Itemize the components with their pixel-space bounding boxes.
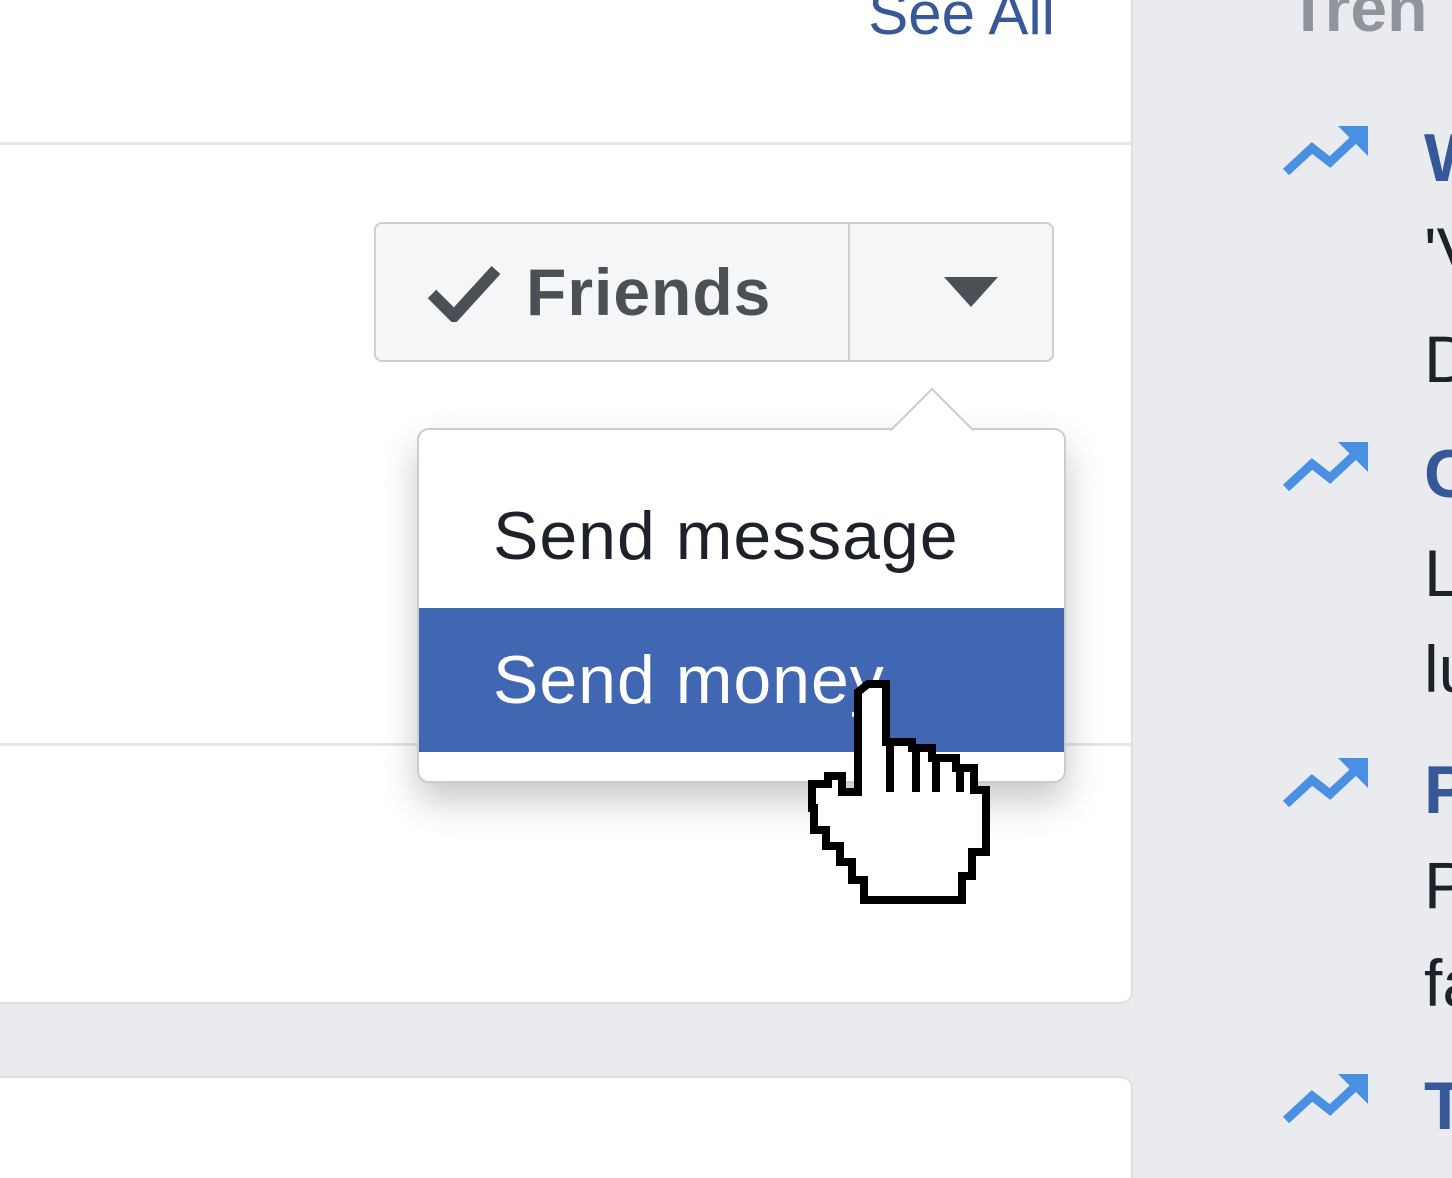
see-all-link[interactable]: See All [868,0,1055,44]
friends-button[interactable]: Friends [376,224,850,360]
trending-item-title[interactable]: P [1424,756,1452,824]
trending-arrow-icon [1282,1074,1368,1124]
trending-item-text: lu [1424,632,1452,706]
trending-arrow-icon [1282,442,1368,492]
friends-button-label: Friends [526,255,772,329]
feed-card [0,1076,1133,1178]
trending-item-text: L [1424,536,1452,610]
trending-item-text: P [1424,848,1452,922]
trending-arrow-icon [1282,758,1368,808]
friend-status-button-group: Friends [374,222,1054,362]
divider [0,142,1131,145]
trending-item-title[interactable]: W [1424,124,1452,192]
check-icon [428,265,500,322]
hand-pointer-cursor-icon [808,680,990,904]
trending-item-text: fa [1424,946,1452,1020]
trending-item-text: D [1424,322,1452,396]
trending-arrow-icon [1282,126,1368,176]
friend-options-dropdown-button[interactable] [850,224,1052,360]
caret-down-icon [944,277,998,307]
trending-item-title[interactable]: C [1424,440,1452,508]
trending-item-title[interactable]: T [1424,1072,1452,1140]
trending-item-text: 'V [1424,214,1452,288]
menu-item-send-message[interactable]: Send message [419,464,1064,608]
trending-header: Tren [1288,0,1428,45]
